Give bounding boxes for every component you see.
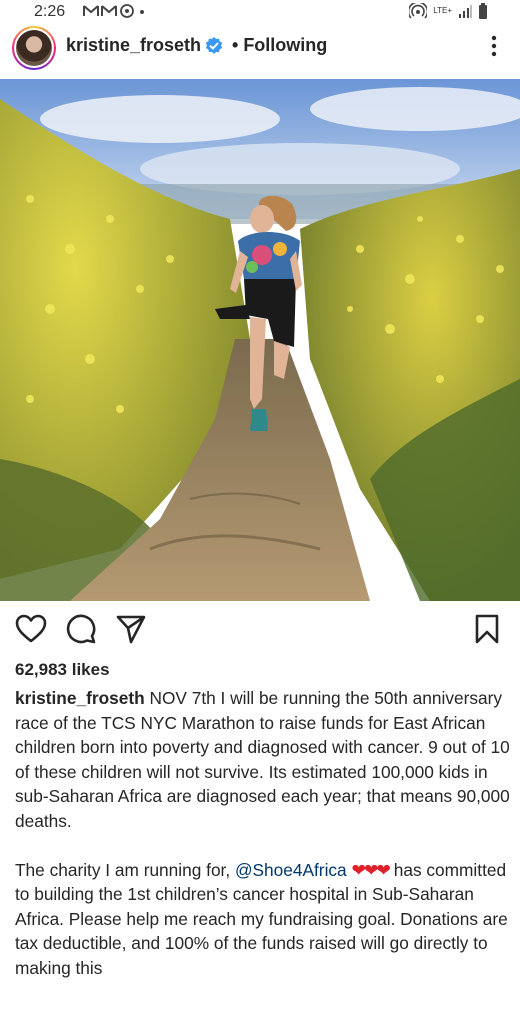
username-link[interactable]: kristine_froseth — [66, 35, 201, 56]
following-button[interactable]: • Following — [232, 35, 327, 56]
gmail-icon — [101, 5, 117, 16]
post-caption: kristine_froseth NOV 7th I will be runni… — [15, 686, 510, 1005]
sync-icon — [120, 4, 134, 18]
status-left-icons — [83, 3, 147, 19]
likes-count[interactable]: 62,983 likes — [15, 660, 110, 680]
caption-paragraph-1: kristine_froseth NOV 7th I will be runni… — [15, 686, 510, 833]
signal-icon — [459, 5, 472, 18]
caption-paragraph-2: The charity I am running for, @Shoe4Afri… — [15, 858, 510, 981]
action-row — [0, 612, 520, 652]
post-photo[interactable] — [0, 79, 520, 601]
post-header: kristine_froseth • Following — [0, 26, 520, 78]
like-heart-icon[interactable] — [14, 612, 48, 646]
avatar[interactable] — [12, 26, 56, 70]
hearts-emoji: ❤❤❤ — [351, 859, 390, 880]
save-bookmark-icon[interactable] — [470, 612, 504, 646]
caption-username[interactable]: kristine_froseth — [15, 688, 145, 708]
avatar-photo — [16, 30, 52, 66]
status-time: 2:26 — [34, 3, 66, 20]
following-label: Following — [243, 35, 328, 55]
mention-link[interactable]: @Shoe4Africa — [235, 860, 347, 880]
separator-dot: • — [232, 35, 239, 55]
battery-icon — [479, 3, 487, 19]
verified-badge-icon — [205, 37, 223, 54]
caption-text-1: NOV 7th I will be running the 50th anniv… — [15, 688, 510, 831]
network-label: LTE+ — [433, 6, 452, 15]
status-right-icons: LTE+ — [409, 3, 488, 19]
comment-bubble-icon[interactable] — [64, 612, 98, 646]
post-photo-image — [0, 79, 520, 601]
hotspot-icon — [409, 3, 428, 19]
caption-text-2a: The charity I am running for, — [15, 859, 235, 880]
gmail-icon — [83, 5, 99, 16]
more-options-icon[interactable] — [488, 34, 500, 58]
dot-icon — [140, 10, 144, 14]
share-send-icon[interactable] — [114, 612, 148, 646]
status-bar: 2:26 LTE+ — [0, 0, 520, 26]
